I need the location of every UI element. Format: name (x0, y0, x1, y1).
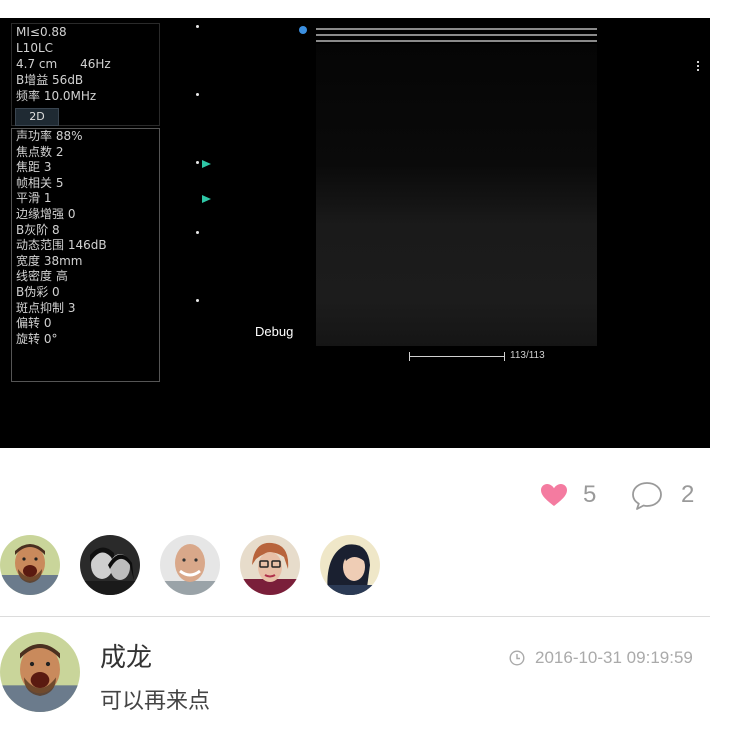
setting-line: B灰阶 8 (16, 222, 60, 237)
ultrasound-settings-panel: 声功率 88% 焦点数 2 焦距 3 帧相关 5 平滑 1 边缘增强 0 B灰阶… (11, 128, 160, 382)
liker-avatar[interactable] (320, 535, 380, 595)
comment-time-text: 2016-10-31 09:19:59 (535, 648, 693, 667)
divider (0, 616, 710, 617)
clock-icon (509, 650, 525, 666)
debug-label: Debug (255, 324, 294, 339)
depth-marker (196, 25, 199, 28)
param-depth-framerate: 4.7 cm 46Hz (16, 57, 111, 71)
mode-tab-2d[interactable]: 2D (15, 108, 59, 126)
setting-line: 偏转 0 (16, 316, 52, 331)
comment-author-name[interactable]: 成龙 (100, 637, 152, 674)
like-button[interactable]: 5 (540, 480, 600, 512)
depth-marker (196, 299, 199, 302)
focus-arrow-icon (202, 160, 211, 168)
depth-marker (196, 161, 199, 164)
setting-line: 平滑 1 (16, 191, 52, 206)
param-probe: L10LC (16, 41, 54, 55)
setting-line: 斑点抑制 3 (16, 300, 76, 315)
setting-line: B伪彩 0 (16, 285, 60, 299)
param-mi: MI≤0.88 (16, 25, 67, 39)
scan-area (316, 44, 597, 346)
setting-line: 声功率 88% (16, 129, 83, 143)
orientation-marker-icon (299, 26, 307, 34)
woman-dark-hair-icon (320, 535, 380, 595)
couple-bw-icon (80, 535, 140, 595)
like-count: 5 (583, 481, 597, 508)
man-laughing-icon (0, 632, 80, 712)
woman-glasses-icon (240, 535, 300, 595)
setting-line: 边缘增强 0 (16, 207, 76, 221)
setting-line: 动态范围 146dB (16, 238, 107, 253)
depth-marker (196, 231, 199, 234)
speech-bubble-icon (632, 482, 662, 510)
heart-icon (541, 484, 567, 506)
cine-scale-bar (409, 352, 505, 361)
liker-avatar[interactable] (80, 535, 140, 595)
ultrasound-image[interactable]: MI≤0.88 L10LC 4.7 cm 46Hz B增益 56dB 频率 10… (0, 18, 710, 448)
liker-avatar[interactable] (240, 535, 300, 595)
man-laughing-icon (0, 535, 60, 595)
focus-arrow-icon (202, 195, 211, 203)
setting-line: 线密度 高 (16, 269, 68, 284)
right-edge-marker (697, 61, 699, 71)
frame-counter: 113/113 (510, 350, 545, 361)
bald-man-icon (160, 535, 220, 595)
comment-count: 2 (681, 481, 695, 508)
probe-header-lines (316, 26, 597, 44)
setting-line: 帧相关 5 (16, 175, 64, 190)
liker-avatar[interactable] (160, 535, 220, 595)
depth-marker (196, 93, 199, 96)
param-gain: B增益 56dB (16, 73, 84, 87)
setting-line: 宽度 38mm (16, 253, 83, 268)
setting-line: 焦距 3 (16, 160, 52, 175)
comment-button[interactable]: 2 (631, 480, 701, 512)
comment-author-avatar[interactable] (0, 632, 80, 712)
setting-line: 旋转 0° (16, 331, 58, 346)
param-frequency: 频率 10.0MHz (16, 89, 97, 103)
comment-text: 可以再来点 (100, 689, 211, 714)
setting-line: 焦点数 2 (16, 144, 64, 159)
liker-avatar[interactable] (0, 535, 60, 595)
